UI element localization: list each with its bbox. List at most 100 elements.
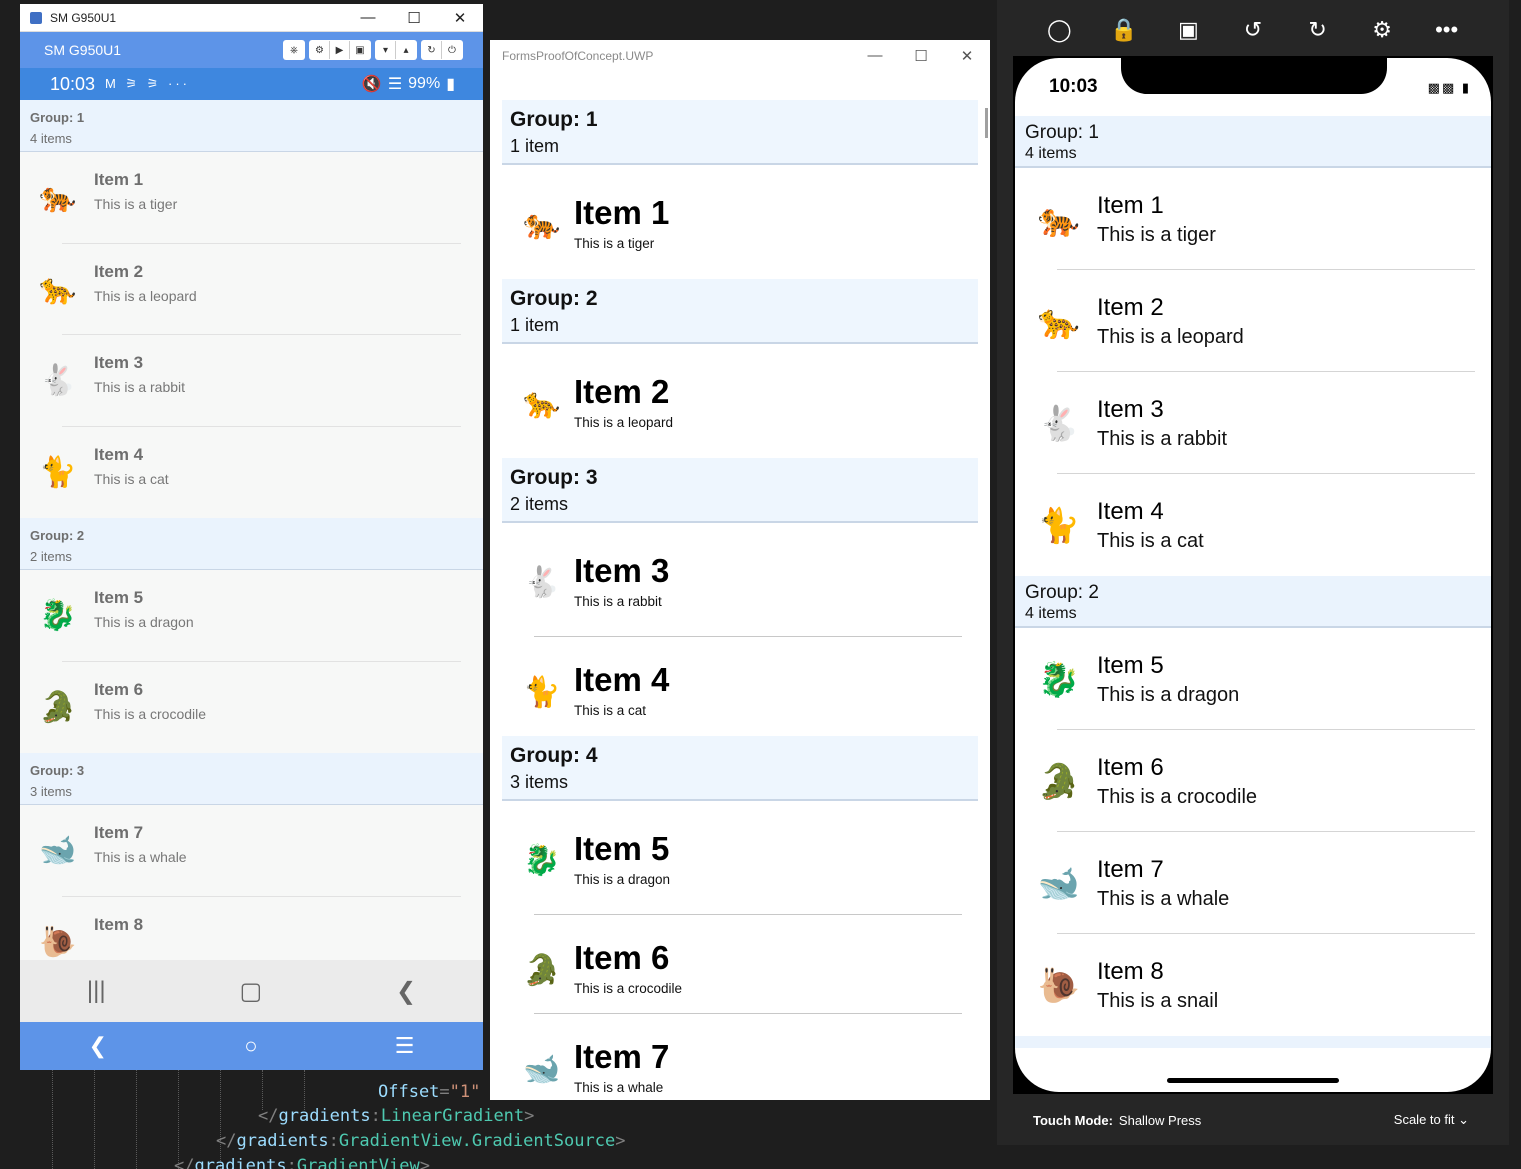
headphones-icon[interactable]: ⎈ <box>284 41 304 59</box>
list-item[interactable]: 🐊 Item 6 This is a crocodile <box>1015 730 1491 832</box>
list-item[interactable]: 🐆 Item 2 This is a leopard <box>502 344 978 458</box>
emulator-app-icon <box>30 11 42 24</box>
group-count: 3 items <box>30 784 72 799</box>
home-indicator[interactable] <box>1167 1078 1339 1083</box>
rotate-right-icon[interactable]: ↻ <box>1298 17 1338 43</box>
list-item[interactable]: 🐉 Item 5 This is a dragon <box>502 801 978 915</box>
list-item[interactable]: 🐉 Item 5 This is a dragon <box>20 570 483 662</box>
item-description: This is a crocodile <box>574 981 683 996</box>
item-description: This is a leopard <box>94 287 197 304</box>
mute-icon: 🔇 <box>361 76 382 93</box>
item-description: This is a tiger <box>1097 224 1216 246</box>
list-item[interactable]: 🐈 Item 4 This is a cat <box>502 637 978 736</box>
android-grouped-list[interactable]: Group: 1 4 items 🐅 Item 1 This is a tiger 🐆 It… <box>20 100 483 988</box>
maximize-button[interactable]: ☐ <box>391 9 437 27</box>
minimize-button[interactable]: — <box>345 9 391 27</box>
list-item[interactable]: 🐈 Item 4 This is a cat <box>1015 474 1491 576</box>
list-item[interactable]: 🐅 Item 1 This is a tiger <box>20 152 483 244</box>
menu-icon[interactable]: ☰ <box>395 1033 415 1059</box>
item-description: This is a whale <box>94 849 187 865</box>
list-item[interactable]: 🐆 Item 2 This is a leopard <box>1015 270 1491 372</box>
settings-icon[interactable]: ⚙ <box>310 41 330 59</box>
group-title: Group: 3 <box>30 763 85 778</box>
item-title: Item 3 <box>1097 396 1164 423</box>
notification-icons: M ⚞ ⚞ ··· <box>105 76 191 91</box>
settings-icon[interactable]: ⚙ <box>1362 17 1402 43</box>
rabbit-icon: 🐇 <box>1037 405 1081 443</box>
list-item[interactable]: 🐊 Item 6 This is a crocodile <box>502 915 978 1014</box>
back-icon[interactable]: ❮ <box>396 977 416 1006</box>
emulator-window-title: SM G950U1 <box>50 10 117 25</box>
list-item[interactable]: 🐋 Item 7 This is a whale <box>20 805 483 897</box>
ios-grouped-list[interactable]: Group: 1 4 items 🐅 Item 1 This is a tiger 🐆 It… <box>1015 116 1491 1048</box>
volume-up-icon[interactable]: ▴ <box>396 41 416 59</box>
rotate-icon[interactable]: ↻ <box>422 41 442 59</box>
home-icon[interactable]: ○ <box>244 1033 257 1059</box>
screenshot-icon[interactable]: ▣ <box>1168 17 1208 43</box>
group-count: 4 items <box>1025 145 1077 162</box>
video-camera-icon[interactable]: ▶ <box>330 41 350 59</box>
item-description: This is a tiger <box>94 196 178 212</box>
item-title: Item 7 <box>94 823 144 842</box>
item-title: Item 5 <box>94 588 144 607</box>
item-title: Item 3 <box>574 552 670 589</box>
code-line: </gradients:GradientView> <box>174 1156 430 1169</box>
list-item[interactable]: 🐋 Item 7 This is a whale <box>1015 832 1491 934</box>
maximize-button[interactable]: ☐ <box>898 47 944 65</box>
list-item[interactable]: 🐋 Item 7 This is a whale <box>502 1014 978 1100</box>
group-title: Group: 4 <box>510 744 598 767</box>
group-count: 4 items <box>30 131 72 146</box>
status-time: 10:03 <box>50 73 96 94</box>
close-button[interactable]: ✕ <box>437 9 483 27</box>
power-icon[interactable]: ⏻ <box>442 41 462 59</box>
list-item[interactable]: 🐅 Item 1 This is a tiger <box>1015 168 1491 270</box>
indent-guide <box>94 1070 95 1169</box>
camera-icon[interactable]: ▣ <box>350 41 370 59</box>
item-description: This is a rabbit <box>94 379 186 395</box>
group-header: Group: 2 4 items <box>1015 576 1491 628</box>
item-description: This is a cat <box>1097 530 1204 552</box>
group-header: Group: 4 3 items <box>502 736 978 801</box>
uwp-window: FormsProofOfConcept.UWP — ☐ ✕ Group: 1 1 … <box>490 40 990 1100</box>
group-title: Group: 3 <box>510 466 598 489</box>
list-item[interactable]: 🐌 Item 8 This is a snail <box>1015 934 1491 1036</box>
indent-guide <box>52 1070 53 1169</box>
wifi-icon: ☰ <box>387 76 403 93</box>
simulator-toolbar: ◯ 🔒 ▣ ↺ ↻ ⚙ ••• <box>997 0 1509 60</box>
back-icon[interactable]: ❮ <box>89 1033 107 1059</box>
code-line: </gradients:LinearGradient> <box>258 1106 535 1126</box>
list-item[interactable]: 🐇 Item 3 This is a rabbit <box>20 335 483 427</box>
recents-icon[interactable]: ||| <box>87 977 106 1005</box>
scrollbar-thumb[interactable] <box>985 108 988 138</box>
scale-dropdown[interactable]: Scale to fit ⌄ <box>1394 1112 1469 1128</box>
list-item[interactable]: 🐅 Item 1 This is a tiger <box>502 165 978 279</box>
touch-mode-label: Touch Mode: <box>1033 1112 1113 1128</box>
close-button[interactable]: ✕ <box>944 47 990 65</box>
indent-guide <box>262 1070 263 1110</box>
list-item[interactable]: 🐆 Item 2 This is a leopard <box>20 244 483 335</box>
home-icon[interactable]: ◯ <box>1039 17 1079 43</box>
item-description: This is a tiger <box>574 236 655 251</box>
home-icon[interactable]: ▢ <box>239 977 262 1006</box>
signal-wifi-battery-icon: ▩▩ ▮ <box>1427 80 1471 95</box>
list-item[interactable]: 🐊 Item 6 This is a crocodile <box>20 662 483 754</box>
more-icon[interactable]: ••• <box>1427 17 1467 43</box>
emulator-title-bar: SM G950U1 — ☐ ✕ <box>20 4 483 32</box>
item-title: Item 5 <box>1097 652 1164 679</box>
list-item[interactable]: 🐇 Item 3 This is a rabbit <box>1015 372 1491 474</box>
list-item[interactable]: 🐉 Item 5 This is a dragon <box>1015 628 1491 730</box>
list-item[interactable]: 🐇 Item 3 This is a rabbit <box>502 523 978 637</box>
group-count: 4 items <box>1025 605 1077 622</box>
group-count: 1 item <box>510 315 560 335</box>
item-title: Item 4 <box>94 444 144 464</box>
volume-down-icon[interactable]: ▾ <box>376 41 396 59</box>
list-item[interactable]: 🐈 Item 4 This is a cat <box>20 427 483 519</box>
crocodile-icon: 🐊 <box>39 690 77 724</box>
rotate-left-icon[interactable]: ↺ <box>1233 17 1273 43</box>
uwp-grouped-list[interactable]: Group: 1 1 item 🐅 Item 1 This is a tiger Grou… <box>502 100 978 1100</box>
minimize-button[interactable]: — <box>852 47 898 65</box>
group-header: Group: 3 3 items <box>20 753 483 805</box>
lock-icon[interactable]: 🔒 <box>1104 17 1144 43</box>
leopard-icon: 🐆 <box>1037 303 1081 341</box>
touch-mode-value[interactable]: Shallow Press <box>1119 1113 1201 1128</box>
